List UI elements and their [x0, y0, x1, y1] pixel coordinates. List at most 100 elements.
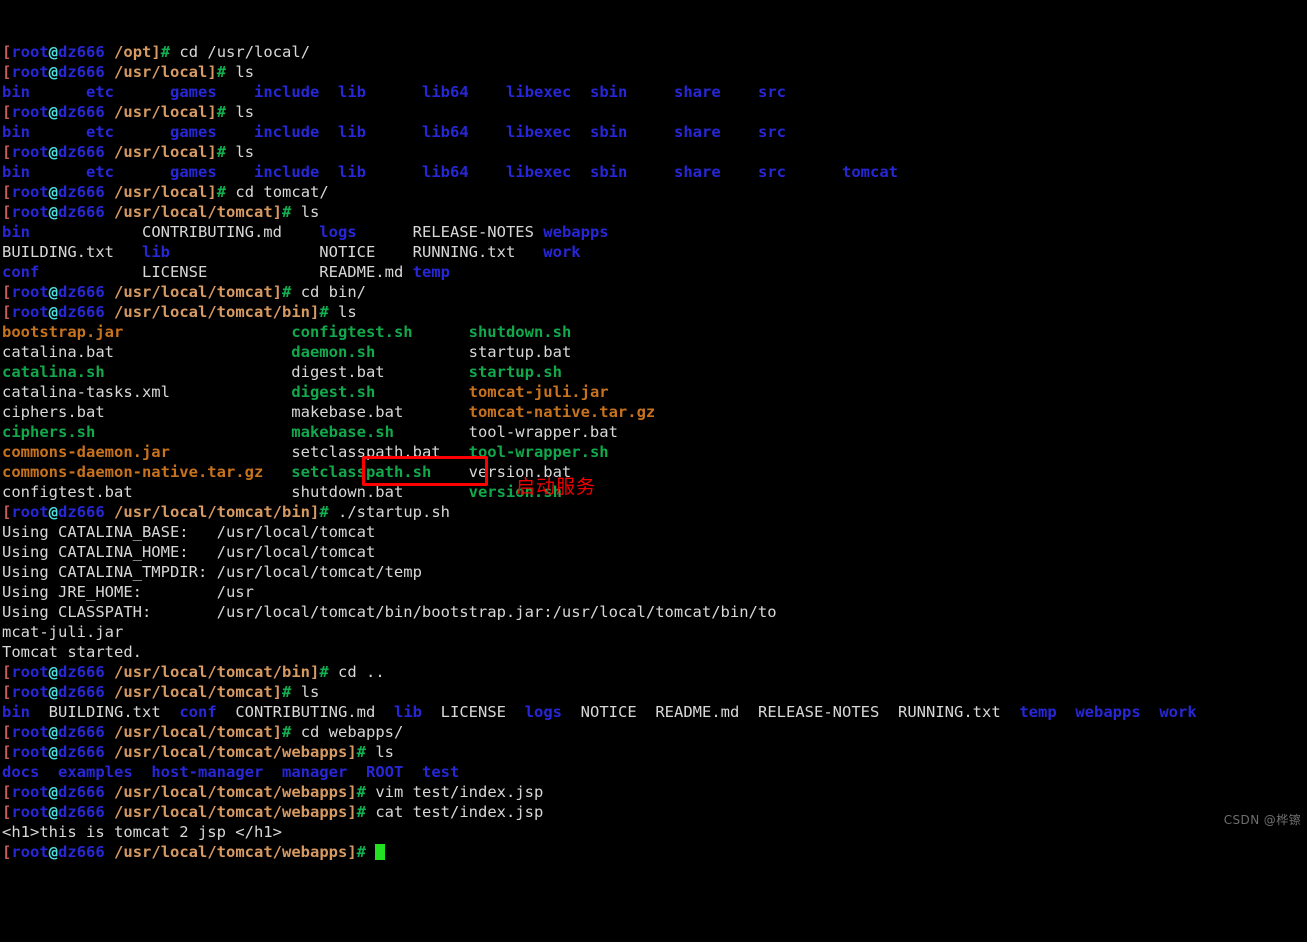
ls-entry: catalina.bat — [2, 343, 114, 361]
prompt-open-bracket: [ — [2, 503, 12, 521]
ls-entry: setclasspath.bat — [291, 443, 441, 461]
terminal-prompt-line: [root@dz666 /usr/local/tomcat/bin]# ls — [2, 302, 1307, 322]
watermark: CSDN @桦镲 — [1223, 813, 1301, 827]
prompt-user: root — [11, 303, 49, 321]
terminal-ls-line: catalina.bat daemon.sh startup.bat — [2, 342, 1307, 362]
prompt-open-bracket: [ — [2, 103, 12, 121]
prompt-host: dz666 — [58, 63, 105, 81]
ls-entry: tool-wrapper.bat — [468, 423, 618, 441]
ls-entry: bin — [2, 223, 30, 241]
ls-entry: share — [674, 123, 721, 141]
ls-entry: etc — [86, 123, 114, 141]
output-text: Using CATALINA_HOME: /usr/local/tomcat — [2, 543, 376, 561]
prompt-open-bracket: [ — [2, 63, 12, 81]
ls-entry: games — [170, 123, 217, 141]
ls-entry: manager — [281, 763, 348, 781]
prompt-at-sign: @ — [48, 663, 59, 681]
terminal-ls-line: bin BUILDING.txt conf CONTRIBUTING.md li… — [2, 702, 1307, 722]
prompt-close-bracket: ] — [272, 283, 283, 301]
ls-entry: RUNNING.txt — [412, 243, 516, 261]
ls-entry: RELEASE-NOTES — [412, 223, 534, 241]
prompt-host: dz666 — [58, 683, 105, 701]
prompt-at-sign: @ — [48, 843, 59, 861]
prompt-symbol: # — [356, 803, 367, 821]
prompt-at-sign: @ — [48, 283, 59, 301]
ls-entry: LICENSE — [440, 703, 506, 721]
prompt-close-bracket: ] — [310, 503, 320, 521]
prompt-open-bracket: [ — [2, 803, 12, 821]
prompt-path: /usr/local/tomcat — [114, 683, 273, 701]
terminal-output-line: Using JRE_HOME: /usr — [2, 582, 1307, 602]
prompt-open-bracket: [ — [2, 723, 12, 741]
ls-entry: NOTICE — [319, 243, 376, 261]
ls-entry: lib — [141, 243, 170, 261]
ls-entry: catalina.sh — [2, 363, 105, 381]
prompt-close-bracket: ] — [347, 743, 357, 761]
prompt-path: /usr/local/tomcat/bin — [114, 663, 310, 681]
prompt-open-bracket: [ — [2, 283, 12, 301]
prompt-host: dz666 — [58, 183, 105, 201]
prompt-open-bracket: [ — [2, 683, 12, 701]
ls-entry: shutdown.bat — [291, 483, 404, 501]
ls-entry: bin — [2, 163, 30, 181]
prompt-at-sign: @ — [48, 303, 59, 321]
prompt-user: root — [11, 743, 49, 761]
terminal-ls-line: ciphers.bat makebase.bat tomcat-native.t… — [2, 402, 1307, 422]
prompt-host: dz666 — [58, 803, 105, 821]
prompt-at-sign: @ — [48, 183, 59, 201]
ls-entry: sbin — [590, 83, 628, 101]
terminal-ls-line: catalina-tasks.xml digest.sh tomcat-juli… — [2, 382, 1307, 402]
ls-entry: examples — [58, 763, 133, 781]
prompt-at-sign: @ — [48, 683, 59, 701]
ls-entry: share — [674, 83, 721, 101]
prompt-open-bracket: [ — [2, 183, 12, 201]
ls-entry: webapps — [543, 223, 609, 241]
output-text: Using CATALINA_TMPDIR: /usr/local/tomcat… — [2, 563, 422, 581]
ls-entry: configtest.bat — [2, 483, 133, 501]
prompt-path: /usr/local/tomcat — [114, 283, 273, 301]
prompt-command: ls — [226, 103, 255, 121]
prompt-symbol: # — [282, 283, 292, 301]
ls-entry: logs — [319, 223, 357, 241]
ls-entry: catalina-tasks.xml — [2, 383, 170, 401]
terminal-ls-line: bootstrap.jar configtest.sh shutdown.sh — [2, 322, 1307, 342]
prompt-symbol: # — [356, 743, 367, 761]
ls-entry: commons-daemon.jar — [2, 443, 170, 461]
prompt-path: /usr/local/tomcat/webapps — [114, 783, 348, 801]
ls-entry: include — [254, 163, 320, 181]
prompt-open-bracket: [ — [2, 663, 12, 681]
ls-entry: shutdown.sh — [468, 323, 572, 341]
ls-entry: games — [170, 163, 217, 181]
ls-entry: makebase.bat — [291, 403, 404, 421]
terminal-prompt-line: [root@dz666 /usr/local/tomcat]# cd bin/ — [2, 282, 1307, 302]
ls-entry: lib — [338, 123, 366, 141]
terminal-prompt-line: [root@dz666 /usr/local/tomcat/webapps]# … — [2, 782, 1307, 802]
prompt-symbol: # — [216, 63, 227, 81]
ls-entry: NOTICE — [580, 703, 637, 721]
terminal-prompt-line: [root@dz666 /usr/local/tomcat/bin]# ./st… — [2, 502, 1307, 522]
terminal-window[interactable]: [root@dz666 /opt]# cd /usr/local/[root@d… — [0, 0, 1307, 861]
prompt-close-bracket: ] — [207, 183, 217, 201]
ls-entry: docs — [2, 763, 40, 781]
ls-entry: lib64 — [422, 163, 469, 181]
prompt-command: vim test/index.jsp — [366, 783, 544, 801]
ls-entry: bin — [2, 123, 30, 141]
terminal-ls-line: commons-daemon.jar setclasspath.bat tool… — [2, 442, 1307, 462]
ls-entry: tomcat — [842, 163, 898, 181]
ls-entry: sbin — [590, 163, 628, 181]
prompt-at-sign: @ — [48, 63, 59, 81]
prompt-host: dz666 — [58, 143, 105, 161]
ls-entry: RUNNING.txt — [898, 703, 1001, 721]
prompt-symbol: # — [216, 183, 227, 201]
prompt-user: root — [11, 843, 49, 861]
ls-entry: lib — [338, 83, 366, 101]
prompt-close-bracket: ] — [347, 843, 357, 861]
terminal-prompt-line: [root@dz666 /usr/local/tomcat]# cd webap… — [2, 722, 1307, 742]
prompt-command — [366, 843, 375, 861]
prompt-symbol: # — [356, 843, 367, 861]
prompt-path: /usr/local — [114, 63, 208, 81]
ls-entry: include — [254, 123, 320, 141]
prompt-path: /usr/local — [114, 103, 208, 121]
ls-entry: BUILDING.txt — [48, 703, 161, 721]
prompt-symbol: # — [319, 663, 329, 681]
